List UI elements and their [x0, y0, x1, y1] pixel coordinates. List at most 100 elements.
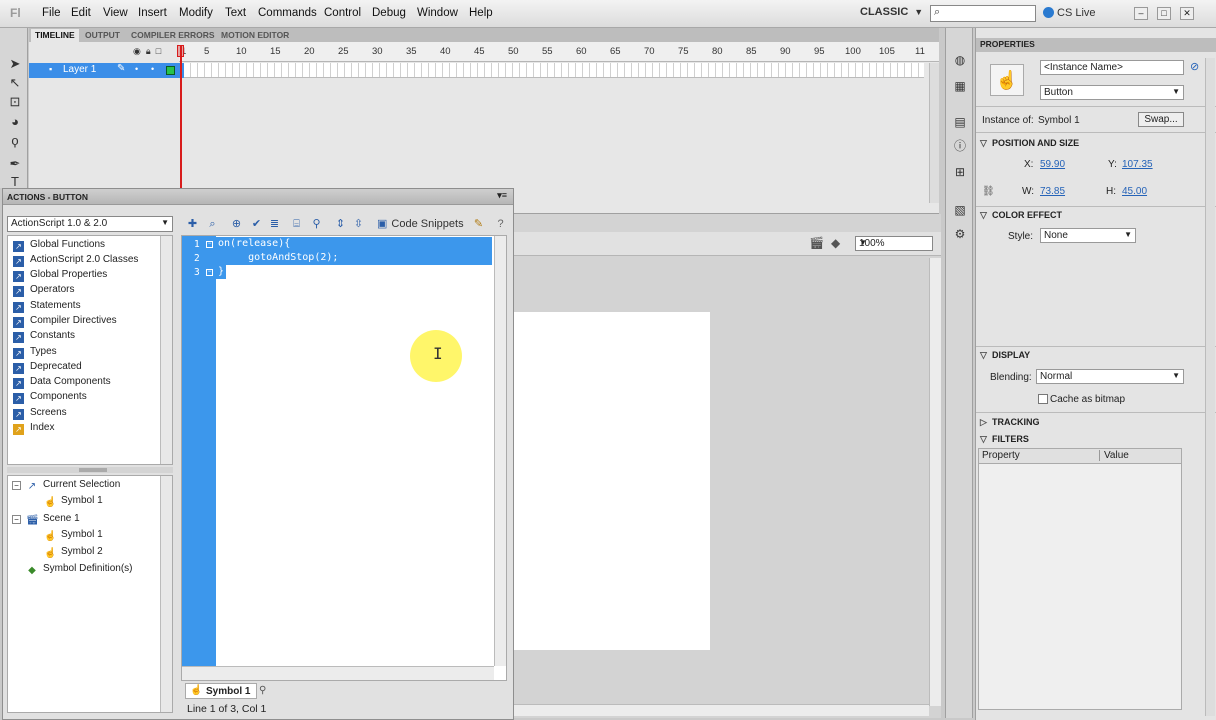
editor-horizontal-scrollbar[interactable] — [182, 666, 494, 680]
zoom-select[interactable]: 100% ▼ — [855, 236, 933, 251]
tab-motion-editor[interactable]: MOTION EDITOR — [217, 29, 293, 42]
lasso-tool-icon[interactable]: ϙ — [7, 133, 23, 149]
tree-item-symbol[interactable]: ☝ Symbol 1 — [44, 529, 103, 543]
minimize-icon[interactable]: – — [1134, 7, 1148, 20]
menu-text[interactable]: Text — [225, 7, 246, 19]
menu-edit[interactable]: Edit — [71, 7, 91, 19]
swatches-panel-icon[interactable]: ▦ — [952, 78, 968, 94]
info-panel-icon[interactable]: ⓘ — [952, 138, 968, 154]
toolbox-item[interactable]: ↗ Global Properties — [13, 269, 107, 283]
color-effect-section[interactable]: ▽ COLOR EFFECT — [976, 210, 1216, 224]
eye-icon[interactable]: ◉ — [133, 46, 141, 56]
collapse-icon[interactable]: − — [12, 481, 21, 490]
cache-as-bitmap-checkbox[interactable] — [1038, 394, 1048, 404]
search-input[interactable]: ⌕ — [930, 5, 1036, 22]
position-size-section[interactable]: ▽ POSITION AND SIZE — [976, 138, 1216, 152]
stage-vertical-scrollbar[interactable] — [929, 258, 941, 706]
timeline-scrollbar[interactable] — [929, 63, 939, 203]
stage-canvas[interactable] — [513, 312, 710, 650]
actions-title-bar[interactable]: ACTIONS - BUTTON ▾≡ — [3, 189, 513, 205]
timeline-ruler[interactable]: 1 5 10 15 20 25 30 35 40 45 50 55 60 65 … — [179, 42, 939, 62]
tab-compiler-errors[interactable]: COMPILER ERRORS — [127, 29, 219, 42]
pen-tool-icon[interactable]: ✒ — [7, 156, 23, 172]
edit-symbols-icon[interactable]: ◆ — [831, 236, 840, 250]
toolbox-item[interactable]: ↗ Global Functions — [13, 239, 105, 253]
toolbox-item[interactable]: ↗ ActionScript 2.0 Classes — [13, 254, 138, 268]
tab-timeline[interactable]: TIMELINE — [31, 29, 79, 42]
stage-horizontal-scrollbar[interactable] — [513, 704, 929, 716]
free-transform-tool-icon[interactable]: ⊡ — [7, 94, 23, 110]
toolbox-item[interactable]: ↗ Operators — [13, 284, 74, 298]
help-icon[interactable]: ? — [493, 217, 508, 232]
pin-script-icon[interactable]: ⚲ — [259, 685, 266, 696]
frame-strip[interactable] — [184, 63, 924, 78]
blending-select[interactable]: Normal ▼ — [1036, 369, 1184, 384]
color-panel-icon[interactable]: ◍ — [952, 52, 968, 68]
fold-marker-icon[interactable]: − — [206, 241, 213, 248]
tree-item-current-selection[interactable]: − ↗ Current Selection — [12, 479, 120, 493]
actionscript-version-select[interactable]: ActionScript 1.0 & 2.0 ▼ — [7, 216, 173, 232]
layer-color-icon[interactable] — [166, 66, 175, 75]
library-panel-icon[interactable]: ▧ — [952, 202, 968, 218]
close-icon[interactable]: ✕ — [1180, 7, 1194, 20]
tree-item-symbol[interactable]: ☝ Symbol 2 — [44, 546, 103, 560]
splitter-grip[interactable] — [79, 468, 107, 472]
auto-format-icon[interactable]: ≣ — [267, 217, 282, 232]
x-value[interactable]: 59.90 — [1040, 159, 1065, 170]
menu-view[interactable]: View — [103, 7, 128, 19]
code-line[interactable]: on(release){ — [216, 237, 492, 251]
3d-rotation-tool-icon[interactable]: ◕ — [7, 114, 23, 130]
debug-options-icon[interactable]: ⚲ — [309, 217, 324, 232]
style-select[interactable]: None ▼ — [1040, 228, 1136, 243]
menu-insert[interactable]: Insert — [138, 7, 167, 19]
tracking-section[interactable]: ▷ TRACKING — [976, 417, 1216, 431]
code-line[interactable]: } — [216, 265, 226, 279]
filters-column-property[interactable]: Property — [982, 450, 1020, 461]
workspace-switcher[interactable]: CLASSIC ▼ — [860, 6, 923, 18]
link-proportions-icon[interactable]: ⛓ — [982, 186, 995, 197]
instance-name-input[interactable]: <Instance Name> — [1040, 60, 1184, 75]
lock-dot-icon[interactable]: • — [151, 64, 154, 74]
symbol-type-select[interactable]: Button ▼ — [1040, 85, 1184, 100]
toolbox-item[interactable]: ↗ Constants — [13, 330, 75, 344]
outline-icon[interactable]: □ — [156, 46, 161, 56]
find-icon[interactable]: ⌕ — [205, 217, 220, 232]
collapse-selection-icon[interactable]: ⇳ — [351, 217, 366, 232]
cs-live-button[interactable]: CS Live — [1043, 7, 1096, 19]
visibility-dot-icon[interactable]: • — [135, 64, 138, 74]
menu-control[interactable]: Control — [324, 7, 361, 19]
editor-vertical-scrollbar[interactable] — [494, 236, 506, 666]
pane-splitter[interactable] — [7, 467, 173, 473]
collapse-between-braces-icon[interactable]: ⇕ — [333, 217, 348, 232]
toolbox-item[interactable]: ↗ Components — [13, 391, 87, 405]
navigator-scrollbar[interactable] — [160, 476, 172, 712]
selection-tool-icon[interactable]: ➤ — [7, 56, 23, 72]
toolbox-item[interactable]: ↗ Compiler Directives — [13, 315, 117, 329]
w-value[interactable]: 73.85 — [1040, 186, 1065, 197]
tree-item-definitions[interactable]: ◆ Symbol Definition(s) — [26, 563, 132, 577]
h-value[interactable]: 45.00 — [1122, 186, 1147, 197]
menu-debug[interactable]: Debug — [372, 7, 406, 19]
toolbox-item-index[interactable]: ↗ Index — [13, 422, 54, 436]
tree-item-scene[interactable]: − 🎬︎ Scene 1 — [12, 513, 80, 527]
show-code-hint-icon[interactable]: ⌸ — [289, 217, 304, 232]
check-syntax-icon[interactable]: ✔ — [249, 217, 264, 232]
toolbox-scrollbar[interactable] — [160, 236, 172, 464]
fold-marker-icon[interactable]: − — [206, 269, 213, 276]
properties-scrollbar[interactable] — [1205, 58, 1215, 716]
link-icon[interactable]: ⊘ — [1190, 60, 1199, 73]
swap-button[interactable]: Swap... — [1138, 112, 1184, 127]
menu-window[interactable]: Window — [417, 7, 458, 19]
collapse-icon[interactable]: − — [12, 515, 21, 524]
toolbox-item[interactable]: ↗ Data Components — [13, 376, 111, 390]
tree-item-symbol[interactable]: ☝ Symbol 1 — [44, 495, 103, 509]
menu-help[interactable]: Help — [469, 7, 493, 19]
code-snippets-button[interactable]: ▣ Code Snippets — [377, 217, 464, 230]
tab-output[interactable]: OUTPUT — [81, 29, 124, 42]
maximize-icon[interactable]: □ — [1157, 7, 1171, 20]
menu-commands[interactable]: Commands — [258, 7, 317, 19]
code-line[interactable]: gotoAndStop(2); — [216, 251, 492, 265]
align-panel-icon[interactable]: ▤ — [952, 114, 968, 130]
components-panel-icon[interactable]: ⚙ — [952, 226, 968, 242]
panel-menu-icon[interactable]: ▾≡ — [497, 190, 507, 201]
